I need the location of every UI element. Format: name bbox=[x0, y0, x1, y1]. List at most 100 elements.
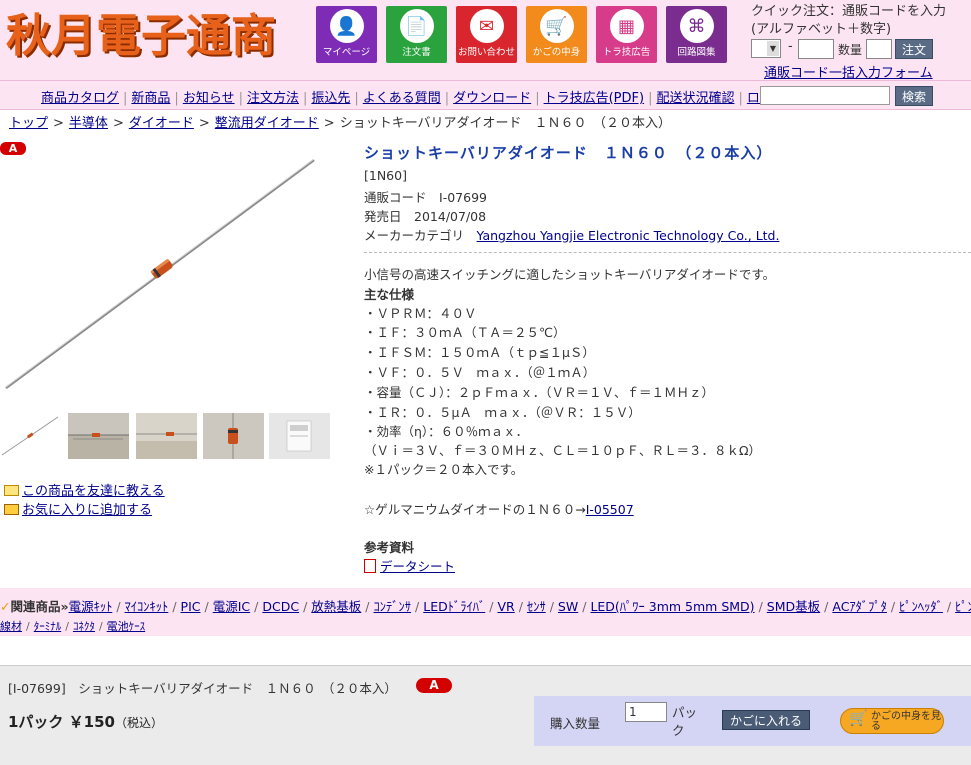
menu-item[interactable]: 商品カタログ bbox=[41, 91, 119, 106]
code-input[interactable] bbox=[798, 39, 834, 59]
related-separator: / bbox=[890, 599, 896, 614]
nav-order-form-button[interactable]: 📄 注文書 bbox=[386, 6, 447, 63]
rank-badge: A bbox=[0, 142, 26, 155]
menu-separator: | bbox=[174, 91, 179, 106]
tell-friend-link[interactable]: この商品を友達に教える bbox=[4, 480, 165, 499]
add-favorite-link[interactable]: お気に入りに追加する bbox=[4, 499, 152, 518]
related-link[interactable]: PIC bbox=[181, 599, 201, 614]
qty-input[interactable] bbox=[866, 39, 892, 59]
purchase-qty-input[interactable]: 1 bbox=[625, 702, 667, 722]
thumbnail-3[interactable] bbox=[136, 413, 197, 459]
nav-cart-button[interactable]: 🛒 かごの中身 bbox=[526, 6, 587, 63]
quick-order-button[interactable]: 注文 bbox=[895, 39, 933, 59]
order-form-icon: 📄 bbox=[399, 9, 434, 43]
breadcrumb-top[interactable]: トップ bbox=[9, 116, 48, 131]
related-separator: / bbox=[518, 599, 523, 614]
menu-separator: | bbox=[535, 91, 540, 106]
breadcrumb-diode[interactable]: ダイオード bbox=[129, 116, 194, 131]
product-main-image[interactable] bbox=[0, 156, 330, 396]
search-button[interactable]: 検索 bbox=[895, 86, 933, 106]
nav-contact-button[interactable]: ✉ お問い合わせ bbox=[456, 6, 517, 63]
germanium-link[interactable]: I-05507 bbox=[586, 502, 634, 517]
specs-heading: 主な仕様 bbox=[364, 287, 415, 302]
related-separator: / bbox=[549, 599, 554, 614]
quick-order-hint: (アルファベット＋数字) bbox=[751, 22, 892, 37]
related-link[interactable]: ﾋﾟﾝｿｹｯﾄ bbox=[955, 599, 971, 614]
related-link[interactable]: ﾀｰﾐﾅﾙ bbox=[34, 620, 62, 633]
related-separator: / bbox=[303, 599, 308, 614]
thumbnail-2[interactable] bbox=[68, 413, 129, 459]
bulk-order-form-link[interactable]: 通販コード一括入力フォーム bbox=[764, 62, 933, 81]
code-prefix-select[interactable]: ▼ bbox=[751, 39, 781, 58]
maker-label: メーカーカテゴリ bbox=[364, 228, 465, 243]
related-link[interactable]: 線材 bbox=[0, 620, 22, 633]
add-to-cart-button[interactable]: かごに入れる bbox=[722, 710, 810, 730]
view-cart-button[interactable]: 🛒 かごの中身を見る bbox=[840, 708, 944, 734]
breadcrumb-current: ショットキーバリアダイオード １Ｎ６０ （２０本入） bbox=[339, 116, 672, 131]
related-link[interactable]: ｾﾝｻ bbox=[527, 599, 546, 614]
nav-label: 回路図集 bbox=[677, 47, 716, 58]
divider bbox=[364, 252, 971, 253]
related-separator: / bbox=[824, 599, 829, 614]
spec-line: ・ＩＦＳＭ：１５０ｍＡ（ｔｐ≦１μＳ） bbox=[364, 345, 595, 360]
nav-mypage-button[interactable]: 👤 マイページ bbox=[316, 6, 377, 63]
thumbnail-1[interactable] bbox=[0, 413, 61, 459]
nav-toragi-ad-button[interactable]: ▦ トラ技広告 bbox=[596, 6, 657, 63]
related-separator: / bbox=[758, 599, 763, 614]
maker-category: メーカーカテゴリ Yangzhou Yangjie Electronic Tec… bbox=[364, 225, 779, 244]
breadcrumb-semiconductor[interactable]: 半導体 bbox=[69, 116, 108, 131]
menu-item[interactable]: 注文方法 bbox=[247, 91, 299, 106]
price: 1パック ￥150（税込） bbox=[8, 711, 163, 732]
datasheet-link[interactable]: データシート bbox=[380, 559, 455, 574]
related-products: ✓関連商品»電源ｷｯﾄ / ﾏｲｺﾝｷｯﾄ / PIC / 電源IC / DCDC / 放熱基板 / ｺ… bbox=[0, 588, 971, 636]
related-link[interactable]: SMD基板 bbox=[767, 599, 820, 614]
related-link[interactable]: ACｱﾀﾞﾌﾟﾀ bbox=[832, 599, 887, 614]
related-link[interactable]: DCDC bbox=[262, 599, 299, 614]
search-input[interactable] bbox=[760, 86, 890, 105]
product-description: 小信号の高速スイッチングに適したショットキーバリアダイオードです。 bbox=[364, 267, 776, 282]
cart-section: [I-07699] ショットキーバリアダイオード １Ｎ６０ （２０本入） A 1… bbox=[0, 665, 971, 765]
related-separator: / bbox=[582, 599, 587, 614]
menu-item[interactable]: 配送状況確認 bbox=[656, 91, 734, 106]
spec-line: ・効率（η）：６０％ｍａｘ． bbox=[364, 424, 529, 439]
menu-bar: 商品カタログ | 新商品 | お知らせ | 注文方法 | 振込先 | よくある質問 | ダウンロード | ト… bbox=[0, 80, 971, 110]
thumbnail-4[interactable] bbox=[203, 413, 264, 459]
related-link[interactable]: ｺﾈｸﾀ bbox=[73, 620, 95, 633]
related-link[interactable]: ﾏｲｺﾝｷｯﾄ bbox=[125, 599, 169, 614]
related-link[interactable]: SW bbox=[558, 599, 578, 614]
nav-circuit-button[interactable]: ⌘ 回路図集 bbox=[666, 6, 727, 63]
site-logo[interactable]: 秋月電子通商 bbox=[6, 8, 276, 64]
related-label: 関連商品» bbox=[10, 599, 69, 614]
thumbnail-5[interactable] bbox=[269, 413, 330, 459]
nav-label: お問い合わせ bbox=[457, 47, 515, 58]
menu-item[interactable]: 振込先 bbox=[311, 91, 350, 106]
related-separator: / bbox=[65, 620, 69, 633]
related-separator: / bbox=[946, 599, 952, 614]
envelope-icon bbox=[4, 485, 19, 496]
tell-friend-text[interactable]: この商品を友達に教える bbox=[22, 484, 165, 499]
add-favorite-text[interactable]: お気に入りに追加する bbox=[22, 503, 152, 518]
breadcrumb-rectifier[interactable]: 整流用ダイオード bbox=[215, 116, 319, 131]
menu-separator: | bbox=[123, 91, 128, 106]
related-link[interactable]: 電源ｷｯﾄ bbox=[69, 599, 113, 614]
maker-link[interactable]: Yangzhou Yangjie Electronic Technology C… bbox=[477, 228, 780, 243]
related-link[interactable]: ﾋﾟﾝﾍｯﾀﾞ bbox=[899, 599, 943, 614]
related-link[interactable]: 電池ｹｰｽ bbox=[107, 620, 146, 633]
spec-line: ・ＩＲ：０．５μＡ ｍａｘ．（＠ＶＲ：１５Ｖ） bbox=[364, 405, 641, 420]
related-link[interactable]: 放熱基板 bbox=[311, 599, 361, 614]
menu-item[interactable]: トラ技広告(PDF) bbox=[544, 91, 644, 106]
related-link[interactable]: LED(ﾊﾟﾜｰ 3mm 5mm SMD) bbox=[590, 599, 754, 614]
related-link[interactable]: ｺﾝﾃﾞﾝｻ bbox=[374, 599, 412, 614]
related-link[interactable]: LEDﾄﾞﾗｲﾊﾞ bbox=[423, 599, 485, 614]
purchase-qty-label: 購入数量 bbox=[550, 716, 601, 731]
related-separator: / bbox=[415, 599, 420, 614]
menu-item[interactable]: 新商品 bbox=[131, 91, 170, 106]
menu-item[interactable]: お知らせ bbox=[183, 91, 235, 106]
menu-item[interactable]: ダウンロード bbox=[453, 91, 531, 106]
chevron-down-icon: ▼ bbox=[767, 41, 779, 56]
date-label: 発売日 bbox=[364, 209, 402, 224]
menu-item[interactable]: よくある質問 bbox=[363, 91, 441, 106]
nav-label: 注文書 bbox=[402, 47, 431, 58]
related-link[interactable]: VR bbox=[497, 599, 514, 614]
related-link[interactable]: 電源IC bbox=[213, 599, 250, 614]
